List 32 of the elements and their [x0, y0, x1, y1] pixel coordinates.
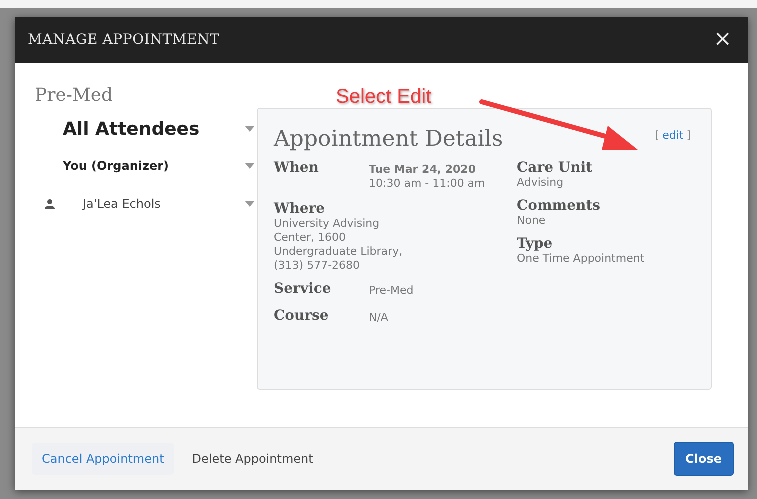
field-value: None	[517, 214, 547, 228]
field-value: Advising	[517, 176, 565, 190]
field-label: Course	[274, 308, 330, 325]
caret-icon	[245, 163, 255, 169]
field-label: When	[274, 160, 320, 178]
cancel-button[interactable]: Cancel Appointment	[32, 443, 174, 475]
field-label: Where	[274, 201, 326, 217]
field-value: University Advising Center, 1600 Undergraduate Library, (313) 577-2680	[274, 217, 404, 273]
field-label: Type	[517, 236, 554, 252]
field-value: One Time Appointment	[517, 252, 645, 266]
field-label: Comments	[517, 198, 602, 214]
attendee-name[interactable]: You (Organizer)	[63, 159, 170, 173]
bracket: [	[655, 129, 660, 142]
delete-button[interactable]: Delete Appointment	[182, 443, 324, 475]
bracket: ]	[686, 129, 691, 142]
edit-link[interactable]: edit	[662, 129, 684, 142]
annotation-text: Select Edit	[336, 86, 432, 109]
field-label: Service	[274, 281, 332, 298]
details-title: Appointment Details	[274, 127, 504, 152]
attendee-name[interactable]: Ja'Lea Echols	[83, 197, 161, 211]
field-value: Tue Mar 24, 2020 10:30 am - 11:00 am	[369, 162, 486, 191]
dialog-title: MANAGE APPOINTMENT	[28, 32, 220, 48]
caret-icon	[245, 126, 255, 132]
field-value: Pre-Med	[369, 283, 414, 298]
close-button[interactable]: ×	[710, 29, 736, 51]
service-heading: Pre-Med	[35, 85, 114, 106]
field-value: N/A	[369, 310, 388, 325]
field-label: Care Unit	[517, 160, 594, 176]
caret-icon	[245, 201, 255, 207]
person-icon	[45, 199, 55, 209]
close-button[interactable]: Close	[674, 442, 734, 476]
attendee-name[interactable]: All Attendees	[63, 118, 200, 140]
